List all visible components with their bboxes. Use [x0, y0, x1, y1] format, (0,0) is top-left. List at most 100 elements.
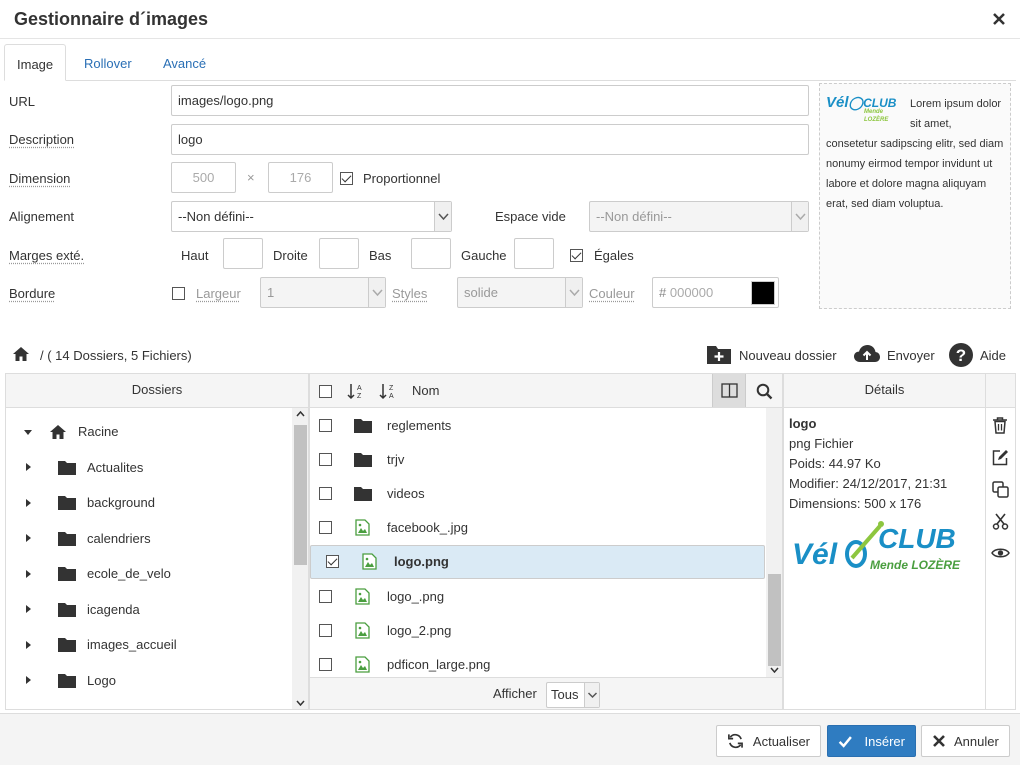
sort-asc-icon[interactable]: AZ: [347, 382, 365, 400]
caret-down-icon[interactable]: [22, 427, 34, 437]
caret-right-icon[interactable]: [24, 604, 32, 614]
name-column-header[interactable]: Nom: [412, 375, 439, 407]
tree-item[interactable]: images_accueil: [6, 627, 292, 663]
border-checkbox[interactable]: [172, 287, 185, 300]
tree-item[interactable]: icagenda: [6, 592, 292, 628]
margin-top-input[interactable]: [223, 238, 263, 269]
refresh-button[interactable]: Actualiser: [716, 725, 821, 757]
insert-label: Insérer: [864, 733, 905, 749]
home-icon: [50, 424, 66, 439]
width-input[interactable]: 500: [171, 162, 236, 193]
border-width-select[interactable]: 1: [260, 277, 386, 308]
margin-left-input[interactable]: [514, 238, 554, 269]
margin-bottom-input[interactable]: [411, 238, 451, 269]
caret-right-icon[interactable]: [24, 462, 32, 472]
insert-button[interactable]: Insérer: [827, 725, 916, 757]
help-button[interactable]: Aide: [980, 348, 1006, 363]
select-all-checkbox[interactable]: [319, 385, 332, 398]
upload-button[interactable]: Envoyer: [887, 348, 935, 363]
alignment-select[interactable]: --Non défini--: [171, 201, 452, 232]
caret-right-icon[interactable]: [24, 640, 32, 650]
margin-right-input[interactable]: [319, 238, 359, 269]
scroll-down-icon[interactable]: [296, 700, 305, 706]
tree-item[interactable]: ecole_de_velo: [6, 556, 292, 592]
svg-text:Vél: Vél: [792, 538, 838, 571]
new-folder-icon[interactable]: [706, 343, 732, 365]
view-toggle-icon[interactable]: [712, 374, 746, 407]
files-footer: Afficher Tous: [310, 677, 782, 709]
edit-icon[interactable]: [992, 449, 1009, 466]
height-input[interactable]: 176: [268, 162, 333, 193]
border-style-select[interactable]: solide: [457, 277, 583, 308]
equal-margins-checkbox[interactable]: [570, 249, 583, 262]
scroll-up-icon[interactable]: [296, 411, 305, 417]
margin-left-label: Gauche: [461, 248, 507, 263]
details-header: Détails: [784, 374, 985, 408]
caret-right-icon[interactable]: [24, 498, 32, 508]
eye-icon[interactable]: [991, 547, 1010, 559]
files-panel: AZ ZA Nom reglements trjv videos faceboo…: [309, 373, 783, 710]
tab-image[interactable]: Image: [4, 44, 66, 81]
trash-icon[interactable]: [992, 417, 1008, 434]
folder-icon: [354, 452, 372, 467]
row-checkbox[interactable]: [319, 589, 332, 603]
files-scrollbar[interactable]: [766, 408, 782, 678]
sort-desc-icon[interactable]: ZA: [379, 382, 397, 400]
scroll-down-icon[interactable]: [770, 667, 779, 673]
new-folder-button[interactable]: Nouveau dossier: [739, 348, 837, 363]
file-row[interactable]: facebook_.jpg: [310, 511, 765, 545]
copy-icon[interactable]: [992, 481, 1009, 498]
folders-scrollbar[interactable]: [292, 408, 308, 709]
space-select[interactable]: --Non défini--: [589, 201, 809, 232]
close-icon[interactable]: [990, 10, 1008, 28]
file-name: reglements: [387, 417, 452, 433]
check-icon: [838, 735, 852, 748]
file-row-selected[interactable]: logo.png: [310, 544, 765, 579]
border-width-label: Largeur: [196, 286, 241, 301]
row-checkbox[interactable]: [319, 486, 332, 500]
caret-right-icon[interactable]: [24, 533, 32, 543]
row-checkbox[interactable]: [319, 657, 332, 671]
file-row[interactable]: logo_.png: [310, 579, 765, 613]
border-label: Bordure: [9, 286, 56, 301]
search-icon[interactable]: [756, 383, 773, 400]
home-icon[interactable]: [12, 346, 30, 362]
breadcrumb-path: / ( 14 Dossiers, 5 Fichiers): [40, 348, 192, 363]
file-row[interactable]: reglements: [310, 408, 765, 442]
cut-icon[interactable]: [992, 513, 1009, 530]
image-file-icon: [355, 587, 370, 605]
file-row[interactable]: trjv: [310, 442, 765, 476]
help-icon[interactable]: ?: [948, 342, 974, 368]
folder-icon: [58, 602, 76, 617]
row-checkbox[interactable]: [319, 521, 332, 535]
border-width-value: 1: [267, 285, 275, 300]
description-input[interactable]: logo: [171, 124, 809, 155]
tree-root[interactable]: Racine: [6, 414, 292, 450]
scroll-thumb[interactable]: [294, 425, 307, 565]
tree-item[interactable]: Actualites: [6, 450, 292, 486]
cancel-button[interactable]: Annuler: [921, 725, 1010, 757]
url-input[interactable]: images/logo.png: [171, 85, 809, 116]
row-checkbox[interactable]: [319, 418, 332, 432]
tab-rollover[interactable]: Rollover: [72, 44, 144, 81]
upload-icon[interactable]: [853, 343, 881, 365]
file-row[interactable]: videos: [310, 476, 765, 510]
caret-right-icon[interactable]: [24, 675, 32, 685]
tree-item[interactable]: background: [6, 485, 292, 521]
color-swatch[interactable]: [751, 281, 775, 305]
tab-advanced[interactable]: Avancé: [151, 44, 218, 81]
scroll-thumb[interactable]: [768, 574, 781, 666]
tree-item[interactable]: calendriers: [6, 521, 292, 557]
row-checkbox[interactable]: [319, 452, 332, 466]
chevron-down-icon: [565, 278, 582, 307]
file-row[interactable]: logo_2.png: [310, 613, 765, 647]
tree-item[interactable]: Logo: [6, 663, 292, 699]
folder-icon: [58, 460, 76, 475]
row-checkbox[interactable]: [326, 555, 339, 569]
folder-icon: [58, 496, 76, 511]
row-checkbox[interactable]: [319, 623, 332, 637]
proportional-checkbox[interactable]: [340, 172, 353, 185]
tree-item-label: Actualites: [87, 459, 144, 475]
caret-right-icon[interactable]: [24, 569, 32, 579]
show-select[interactable]: Tous: [546, 682, 600, 708]
